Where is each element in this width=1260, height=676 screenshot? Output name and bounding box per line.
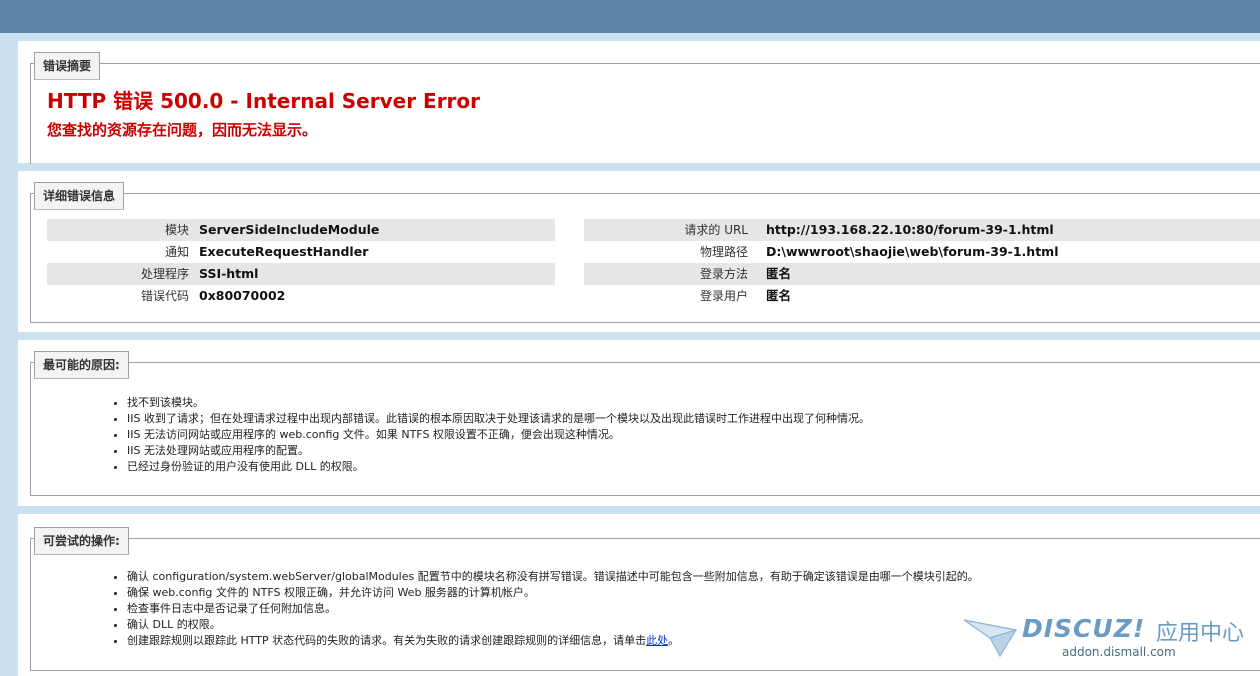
detail-label-notification: 通知 <box>164 245 189 259</box>
detail-value-module: ServerSideIncludeModule <box>199 222 380 237</box>
error-summary-legend: 错误摘要 <box>34 52 101 80</box>
list-item-text: 创建跟踪规则以跟踪此 HTTP 状态代码的失败的请求。有关为失败的请求创建跟踪规… <box>127 634 647 647</box>
detail-value-logon-user: 匿名 <box>766 288 792 303</box>
list-item: IIS 收到了请求；但在处理请求过程中出现内部错误。此错误的根本原因取决于处理该… <box>127 411 870 427</box>
error-details-legend: 详细错误信息 <box>34 182 125 210</box>
detail-row: 登录方法 匿名 <box>584 263 1260 285</box>
list-item: 确保 web.config 文件的 NTFS 权限正确，并允许访问 Web 服务… <box>127 585 979 601</box>
list-item-suffix: 。 <box>668 634 680 647</box>
detail-value-notification: ExecuteRequestHandler <box>199 244 369 259</box>
detail-label-logon-method: 登录方法 <box>699 267 748 281</box>
list-item: 确认 DLL 的权限。 <box>127 617 979 633</box>
list-item: 已经过身份验证的用户没有使用此 DLL 的权限。 <box>127 459 870 475</box>
list-item: IIS 无法访问网站或应用程序的 web.config 文件。如果 NTFS 权… <box>127 427 870 443</box>
list-item: 确认 configuration/system.webServer/global… <box>127 569 979 585</box>
list-item: 创建跟踪规则以跟踪此 HTTP 状态代码的失败的请求。有关为失败的请求创建跟踪规… <box>127 633 979 649</box>
likely-causes-panel: 最可能的原因: 找不到该模块。 IIS 收到了请求；但在处理请求过程中出现内部错… <box>18 340 1260 506</box>
error-summary-panel: 错误摘要 HTTP 错误 500.0 - Internal Server Err… <box>18 41 1260 164</box>
causes-list: 找不到该模块。 IIS 收到了请求；但在处理请求过程中出现内部错误。此错误的根本… <box>113 395 870 475</box>
detail-row: 处理程序 SSI-html <box>47 263 555 285</box>
error-title: HTTP 错误 500.0 - Internal Server Error <box>47 89 481 113</box>
detail-value-error-code: 0x80070002 <box>199 288 286 303</box>
list-item: 检查事件日志中是否记录了任何附加信息。 <box>127 601 979 617</box>
detail-row: 请求的 URL http://193.168.22.10:80/forum-39… <box>584 219 1260 241</box>
error-details-panel: 详细错误信息 模块 ServerSideIncludeModule 通知 Exe… <box>18 171 1260 332</box>
error-subtitle: 您查找的资源存在问题，因而无法显示。 <box>47 121 318 139</box>
detail-row: 通知 ExecuteRequestHandler <box>47 241 555 263</box>
discuz-watermark: DISCUZ! 应用中心 addon.dismall.com <box>960 612 1250 672</box>
actions-list: 确认 configuration/system.webServer/global… <box>113 569 979 649</box>
detail-label-handler: 处理程序 <box>140 267 189 281</box>
detail-row: 物理路径 D:\wwwroot\shaojie\web\forum-39-1.h… <box>584 241 1260 263</box>
watermark-url: addon.dismall.com <box>1062 645 1176 659</box>
detail-row: 登录用户 匿名 <box>584 285 1260 307</box>
detail-label-logon-user: 登录用户 <box>699 289 748 303</box>
details-right-table: 请求的 URL http://193.168.22.10:80/forum-39… <box>584 219 1260 307</box>
detail-value-handler: SSI-html <box>199 266 259 281</box>
detail-label-url: 请求的 URL <box>684 223 748 237</box>
likely-causes-legend: 最可能的原因: <box>34 351 129 379</box>
watermark-brand: DISCUZ! <box>1022 614 1146 643</box>
details-left-table: 模块 ServerSideIncludeModule 通知 ExecuteReq… <box>47 219 555 307</box>
detail-value-logon-method: 匿名 <box>766 266 792 281</box>
click-here-link[interactable]: 此处 <box>646 634 668 647</box>
list-item: 找不到该模块。 <box>127 395 870 411</box>
detail-label-module: 模块 <box>164 223 189 237</box>
things-to-try-legend: 可尝试的操作: <box>34 527 129 555</box>
detail-row: 模块 ServerSideIncludeModule <box>47 219 555 241</box>
header-bar <box>0 0 1260 33</box>
detail-value-url: http://193.168.22.10:80/forum-39-1.html <box>766 222 1054 237</box>
detail-value-physical-path: D:\wwwroot\shaojie\web\forum-39-1.html <box>766 244 1059 259</box>
detail-label-error-code: 错误代码 <box>140 289 189 303</box>
watermark-suffix: 应用中心 <box>1156 621 1245 646</box>
detail-row: 错误代码 0x80070002 <box>47 285 555 307</box>
list-item: IIS 无法处理网站或应用程序的配置。 <box>127 443 870 459</box>
detail-label-physical-path: 物理路径 <box>699 245 748 259</box>
